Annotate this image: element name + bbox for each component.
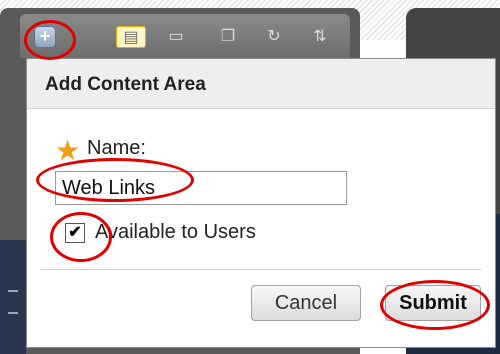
course-menu-toolbar: + ▤ ▭ ❐ ↻ ⇅ bbox=[20, 14, 350, 58]
name-input[interactable] bbox=[55, 171, 347, 205]
cancel-button[interactable]: Cancel bbox=[251, 285, 361, 321]
available-to-users-checkbox[interactable]: ✔ bbox=[65, 223, 85, 243]
course-menu-strip bbox=[0, 240, 26, 354]
refresh-icon[interactable]: ↻ bbox=[262, 26, 286, 48]
sort-icon[interactable]: ⇅ bbox=[308, 26, 332, 48]
dialog-title: Add Content Area bbox=[27, 59, 495, 109]
add-content-area-dialog: Add Content Area ★ Name: ✔ Available to … bbox=[26, 58, 496, 348]
menu-tick bbox=[8, 312, 18, 314]
window-icon[interactable]: ❐ bbox=[216, 26, 240, 48]
required-star-icon: ★ bbox=[55, 135, 81, 166]
plus-icon: + bbox=[39, 26, 51, 46]
submit-button[interactable]: Submit bbox=[385, 285, 481, 321]
dialog-divider bbox=[41, 269, 481, 270]
menu-tick bbox=[8, 290, 18, 292]
list-icon[interactable]: ▤ bbox=[116, 26, 146, 48]
checkmark-icon: ✔ bbox=[68, 224, 82, 241]
folder-icon[interactable]: ▭ bbox=[164, 26, 188, 48]
available-to-users-label: Available to Users bbox=[95, 221, 256, 243]
add-menu-item-button[interactable]: + bbox=[34, 26, 56, 48]
name-label: Name: bbox=[87, 137, 146, 159]
